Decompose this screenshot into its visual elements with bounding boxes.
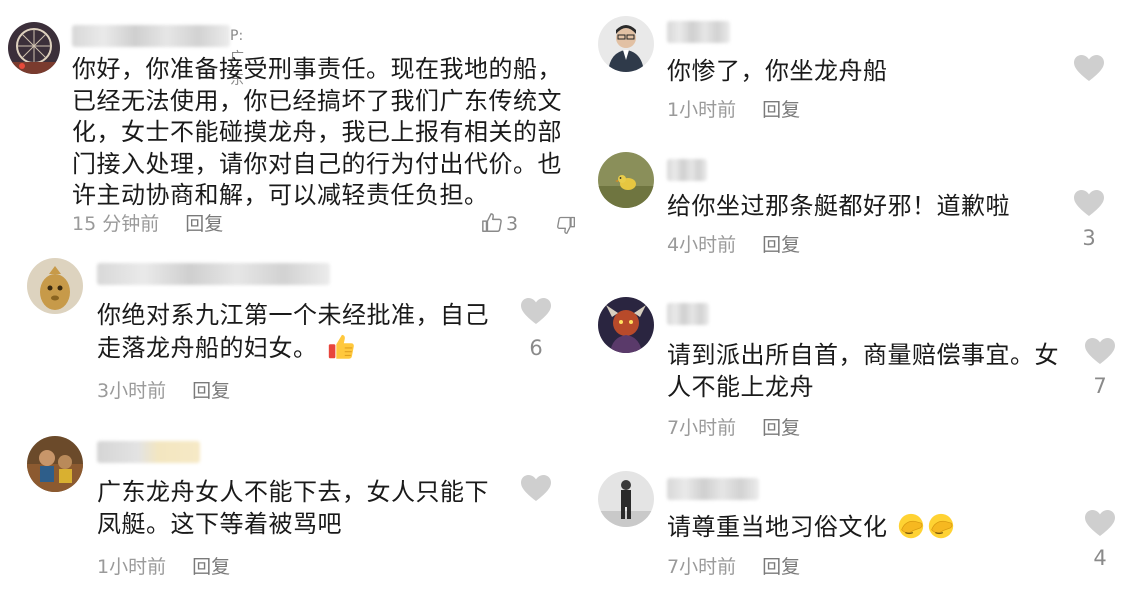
comment-time: 7小时前: [667, 417, 737, 439]
thumbs-up-button[interactable]: [481, 212, 503, 234]
thumbs-down-icon: [557, 216, 575, 234]
heart-icon: [521, 475, 551, 501]
thumbs-down-button[interactable]: [556, 214, 576, 236]
comment-time: 15 分钟前: [72, 213, 160, 235]
avatar[interactable]: [598, 152, 654, 208]
avatar[interactable]: [8, 22, 60, 74]
reply-button[interactable]: 回复: [762, 556, 800, 578]
like-button[interactable]: [1084, 337, 1116, 365]
like-button[interactable]: [1084, 509, 1116, 537]
avatar[interactable]: [598, 297, 654, 353]
like-count: 3: [1082, 226, 1096, 250]
thumbs-up-count: 3: [506, 213, 519, 235]
thumbs-up-icon: [482, 213, 502, 232]
comment-text: 给你坐过那条艇都好邪！道歉啦: [667, 192, 1010, 220]
heart-icon: [1085, 338, 1115, 364]
reply-button[interactable]: 回复: [192, 556, 230, 578]
reply-button[interactable]: 回复: [185, 213, 223, 235]
heart-icon: [1074, 55, 1104, 81]
like-count: 7: [1093, 374, 1107, 398]
comment-time: 7小时前: [667, 556, 737, 578]
username[interactable]: [667, 159, 707, 181]
username[interactable]: [667, 478, 759, 500]
comment-text: 请到派出所自首，商量赔偿事宜。女人不能上龙舟: [667, 341, 1059, 401]
comment-meta: 4小时前 回复: [667, 233, 800, 257]
like-button[interactable]: [1073, 189, 1105, 217]
like-button[interactable]: [1073, 54, 1105, 82]
avatar[interactable]: [598, 471, 654, 527]
avatar[interactable]: [598, 16, 654, 72]
comment-time: 1小时前: [667, 99, 737, 121]
comment-meta: 3小时前 回复: [97, 379, 230, 403]
comment-time: 4小时前: [667, 234, 737, 256]
reply-button[interactable]: 回复: [762, 99, 800, 121]
facepalm-emoji: [898, 513, 923, 539]
like-button[interactable]: [520, 297, 552, 325]
comment-time: 1小时前: [97, 556, 167, 578]
like-count: 6: [529, 336, 543, 360]
username[interactable]: [97, 441, 200, 463]
comment-meta: 7小时前 回复: [667, 416, 800, 440]
comment-text: 请尊重当地习俗文化: [667, 511, 1067, 544]
reply-button[interactable]: 回复: [762, 234, 800, 256]
avatar[interactable]: [27, 436, 83, 492]
comment-text: 你好，你准备接受刑事责任。现在我地的船，已经无法使用，你已经搞坏了我们广东传统文…: [72, 55, 562, 209]
avatar[interactable]: [27, 258, 83, 314]
reply-button[interactable]: 回复: [762, 417, 800, 439]
thumbs-up-emoji: [328, 334, 354, 359]
comment-text-body: 请尊重当地习俗文化: [667, 513, 888, 541]
username[interactable]: [667, 303, 709, 325]
username[interactable]: [72, 25, 230, 47]
comment-text: 你绝对系九江第一个未经批准，自己走落龙舟船的妇女。: [97, 300, 507, 364]
facepalm-emoji: [928, 513, 953, 539]
comment-meta: 15 分钟前 回复: [72, 212, 223, 236]
comment-meta: 1小时前 回复: [97, 555, 230, 579]
comment-text: 广东龙舟女人不能下去，女人只能下凤艇。这下等着被骂吧: [97, 478, 489, 538]
heart-icon: [1085, 510, 1115, 536]
comment-text-body: 你绝对系九江第一个未经批准，自己走落龙舟船的妇女。: [97, 301, 489, 362]
comment-meta: 7小时前 回复: [667, 555, 800, 579]
comment-time: 3小时前: [97, 380, 167, 402]
comment-text: 你惨了，你坐龙舟船: [667, 57, 888, 85]
heart-icon: [521, 298, 551, 324]
username[interactable]: [97, 263, 330, 285]
like-button[interactable]: [520, 474, 552, 502]
heart-icon: [1074, 190, 1104, 216]
like-count: 4: [1093, 546, 1107, 570]
username[interactable]: [667, 21, 730, 43]
comment-meta: 1小时前 回复: [667, 98, 800, 122]
reply-button[interactable]: 回复: [192, 380, 230, 402]
